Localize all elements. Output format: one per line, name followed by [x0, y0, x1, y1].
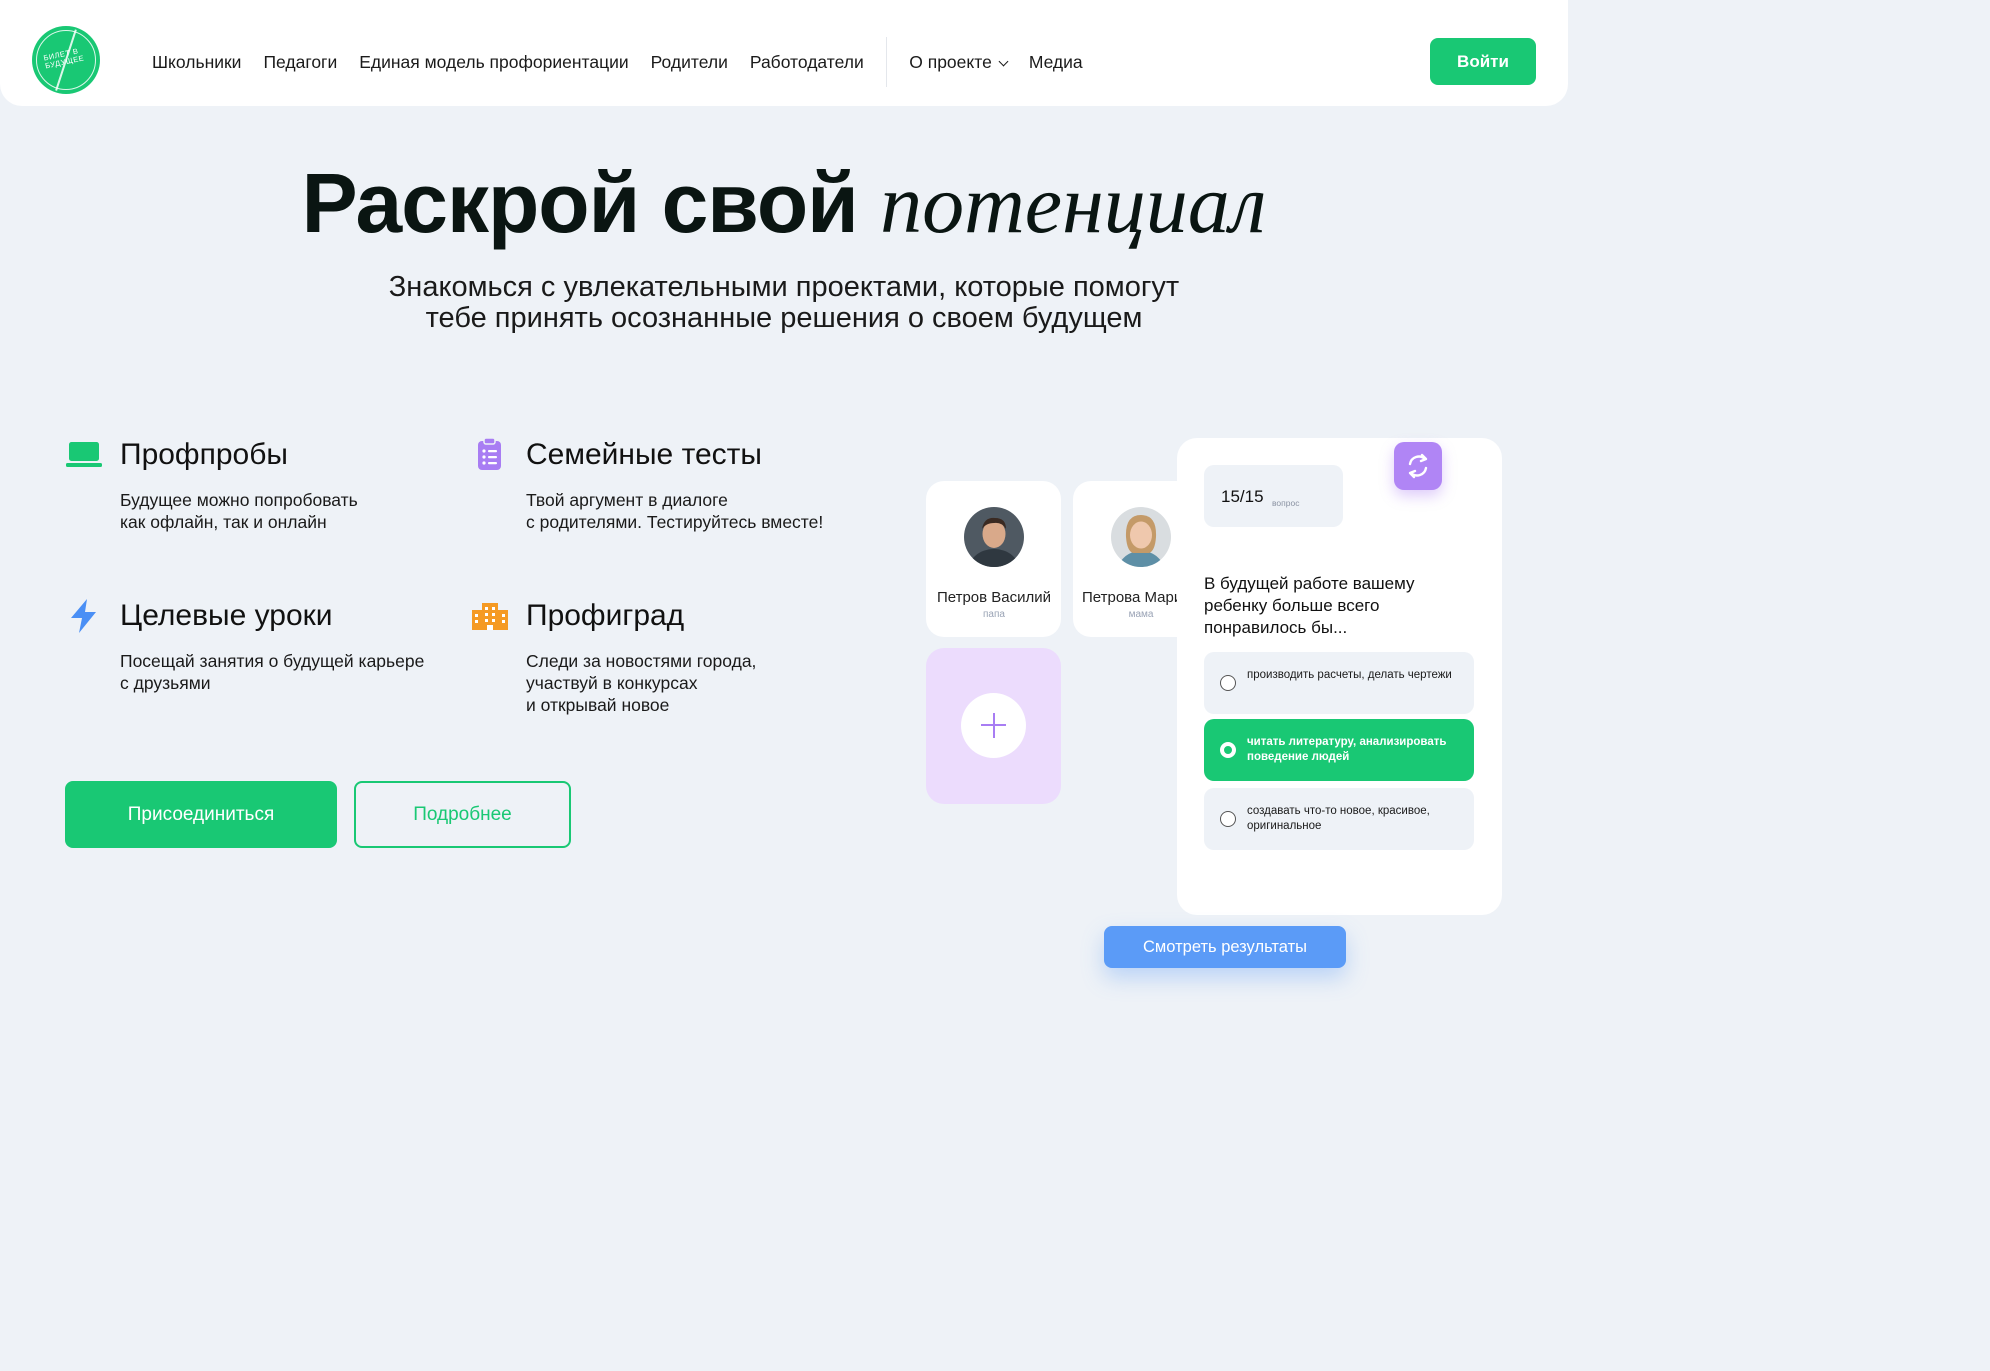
- option-text: создавать что-то новое, красивое, оригин…: [1247, 805, 1430, 832]
- login-button[interactable]: Войти: [1430, 38, 1536, 85]
- feature-description: Твой аргумент в диалоге с родителями. Те…: [526, 489, 823, 533]
- quiz-option[interactable]: производить расчеты, делать чертежи: [1204, 652, 1474, 714]
- lightning-icon: [71, 599, 96, 633]
- question-counter: 15/15 вопрос: [1204, 465, 1343, 527]
- feature-description: Следи за новостями города, участвуй в ко…: [526, 650, 756, 716]
- logo[interactable]: Билет в будущее: [32, 26, 100, 94]
- member-name: Петров Василий: [936, 589, 1052, 606]
- feature-description: Посещай занятия о будущей карьере с друз…: [120, 650, 424, 694]
- hero-title: Раскрой свой потенциал: [0, 155, 1568, 253]
- avatar: [1111, 507, 1171, 567]
- feature-profigrad: Профиград Следи за новостями города, уча…: [472, 598, 872, 728]
- nav-item-career-model[interactable]: Единая модель профориентации: [359, 52, 628, 73]
- main-nav: Школьники Педагоги Единая модель профори…: [152, 37, 1105, 87]
- feature-desc-line: и открывай новое: [526, 695, 670, 715]
- feature-family-tests: Семейные тесты Твой аргумент в диалоге с…: [472, 437, 872, 547]
- feature-desc-line: с друзьями: [120, 673, 211, 693]
- hero-subtitle-line2: тебе принять осознанные решения о своем …: [425, 302, 1143, 334]
- feature-desc-line: Твой аргумент в диалоге: [526, 490, 728, 510]
- feature-title: Семейные тесты: [526, 438, 762, 471]
- counter-label: вопрос: [1272, 498, 1300, 508]
- feature-desc-line: Посещай занятия о будущей карьере: [120, 651, 425, 671]
- option-text: производить расчеты, делать чертежи: [1247, 669, 1452, 681]
- radio-button[interactable]: [1220, 811, 1236, 827]
- add-member-card: [926, 648, 1061, 804]
- add-member-button[interactable]: [961, 693, 1026, 758]
- nav-item-about[interactable]: О проекте: [909, 51, 1009, 73]
- radio-button[interactable]: [1220, 675, 1236, 691]
- feature-desc-line: с родителями. Тестируйтесь вместе!: [526, 512, 824, 532]
- join-button[interactable]: Присоединиться: [65, 781, 337, 848]
- feature-desc-line: Будущее можно попробовать: [120, 490, 358, 510]
- quiz-card: 15/15 вопрос В будущей работе вашему реб…: [1177, 438, 1502, 915]
- laptop-icon: [66, 442, 102, 467]
- quiz-option[interactable]: создавать что-то новое, красивое, оригин…: [1204, 788, 1474, 850]
- hero-subtitle-line1: Знакомься с увлекательными проектами, ко…: [388, 271, 1180, 303]
- quiz-question: В будущей работе вашему ребенку больше в…: [1204, 574, 1415, 637]
- more-button[interactable]: Подробнее: [354, 781, 571, 848]
- feature-desc-line: Следи за новостями города,: [526, 651, 757, 671]
- member-role: мама: [1128, 609, 1154, 620]
- refresh-icon: [1408, 453, 1428, 479]
- nav-item-about-label: О проекте: [909, 51, 992, 72]
- member-role: папа: [983, 609, 1005, 620]
- family-member-card[interactable]: Петров Василий папа: [926, 481, 1061, 637]
- chevron-down-icon: [998, 56, 1009, 66]
- hero-title-bold: Раскрой свой: [301, 156, 859, 250]
- radio-button-checked[interactable]: [1220, 742, 1236, 758]
- option-text: читать литературу, анализировать поведен…: [1247, 736, 1447, 763]
- feature-target-lessons: Целевые уроки Посещай занятия о будущей …: [66, 598, 466, 708]
- refresh-button[interactable]: [1394, 442, 1442, 490]
- nav-divider: [885, 37, 888, 87]
- nav-item-teachers[interactable]: Педагоги: [263, 52, 337, 73]
- member-name: Петрова Мария: [1082, 589, 1177, 606]
- feature-profprobes: Профпробы Будущее можно попробовать как …: [66, 437, 426, 547]
- hero-subtitle: Знакомься с увлекательными проектами, ко…: [284, 272, 1284, 334]
- clipboard-icon: [478, 437, 501, 470]
- nav-item-media[interactable]: Медиа: [1029, 52, 1083, 73]
- site-header: Билет в будущее Школьники Педагоги Едина…: [0, 0, 1568, 106]
- avatar: [964, 507, 1024, 567]
- nav-item-students[interactable]: Школьники: [152, 52, 241, 73]
- nav-item-parents[interactable]: Родители: [651, 52, 728, 73]
- quiz-option-selected[interactable]: читать литературу, анализировать поведен…: [1204, 719, 1474, 781]
- view-results-button[interactable]: Смотреть результаты: [1104, 926, 1346, 968]
- family-member-card[interactable]: Петрова Мария мама: [1073, 481, 1177, 637]
- hero-title-italic: потенциал: [880, 158, 1267, 251]
- feature-description: Будущее можно попробовать как офлайн, та…: [120, 489, 358, 533]
- feature-desc-line: как офлайн, так и онлайн: [120, 512, 327, 532]
- feature-title: Профиград: [526, 599, 685, 632]
- feature-title: Целевые уроки: [120, 599, 333, 632]
- counter-value: 15/15: [1221, 487, 1264, 506]
- nav-item-employers[interactable]: Работодатели: [750, 52, 864, 73]
- feature-desc-line: участвуй в конкурсах: [526, 673, 698, 693]
- building-icon: [472, 603, 508, 630]
- feature-title: Профпробы: [120, 438, 288, 471]
